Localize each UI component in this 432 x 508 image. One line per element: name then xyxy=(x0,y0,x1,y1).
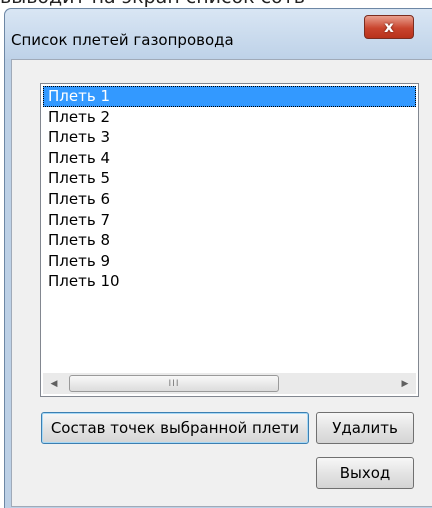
scroll-right-icon[interactable]: ▶ xyxy=(394,373,416,394)
title-bar[interactable]: Список плетей газопровода x xyxy=(5,9,432,59)
window-title: Список плетей газопровода xyxy=(11,31,234,49)
list-item[interactable]: Плеть 3 xyxy=(43,127,110,148)
background-text: выводит на экран список сотв xyxy=(0,0,432,8)
list-item[interactable]: Плеть 10 xyxy=(43,271,120,292)
screenshot: выводит на экран список сотв Список плет… xyxy=(0,0,432,508)
list-item[interactable]: Плеть 7 xyxy=(43,210,110,231)
dialog-window: Список плетей газопровода x Плеть 1 Плеть… xyxy=(4,8,432,508)
show-points-button[interactable]: Состав точек выбранной плети xyxy=(41,412,309,444)
scroll-thumb[interactable]: III xyxy=(69,375,279,392)
list-item[interactable]: Плеть 8 xyxy=(43,230,110,251)
scroll-left-icon[interactable]: ◀ xyxy=(43,373,65,394)
list-item[interactable]: Плеть 1 xyxy=(43,86,416,107)
exit-button[interactable]: Выход xyxy=(316,457,414,489)
list-item[interactable]: Плеть 6 xyxy=(43,189,110,210)
pipeline-list[interactable]: Плеть 1 Плеть 2 Плеть 3 Плеть 4 Плеть 5 Плеть… xyxy=(40,83,419,397)
dialog-client-area: Плеть 1 Плеть 2 Плеть 3 Плеть 4 Плеть 5 Плеть… xyxy=(11,59,432,507)
close-button[interactable]: x xyxy=(364,15,414,39)
close-icon: x xyxy=(384,18,394,36)
delete-button[interactable]: Удалить xyxy=(316,412,414,444)
grip-icon: III xyxy=(168,378,180,389)
list-item[interactable]: Плеть 5 xyxy=(43,168,110,189)
list-item[interactable]: Плеть 4 xyxy=(43,148,110,169)
horizontal-scrollbar[interactable]: ◀ III ▶ xyxy=(43,373,416,394)
list-item[interactable]: Плеть 2 xyxy=(43,107,110,128)
list-item[interactable]: Плеть 9 xyxy=(43,251,110,272)
